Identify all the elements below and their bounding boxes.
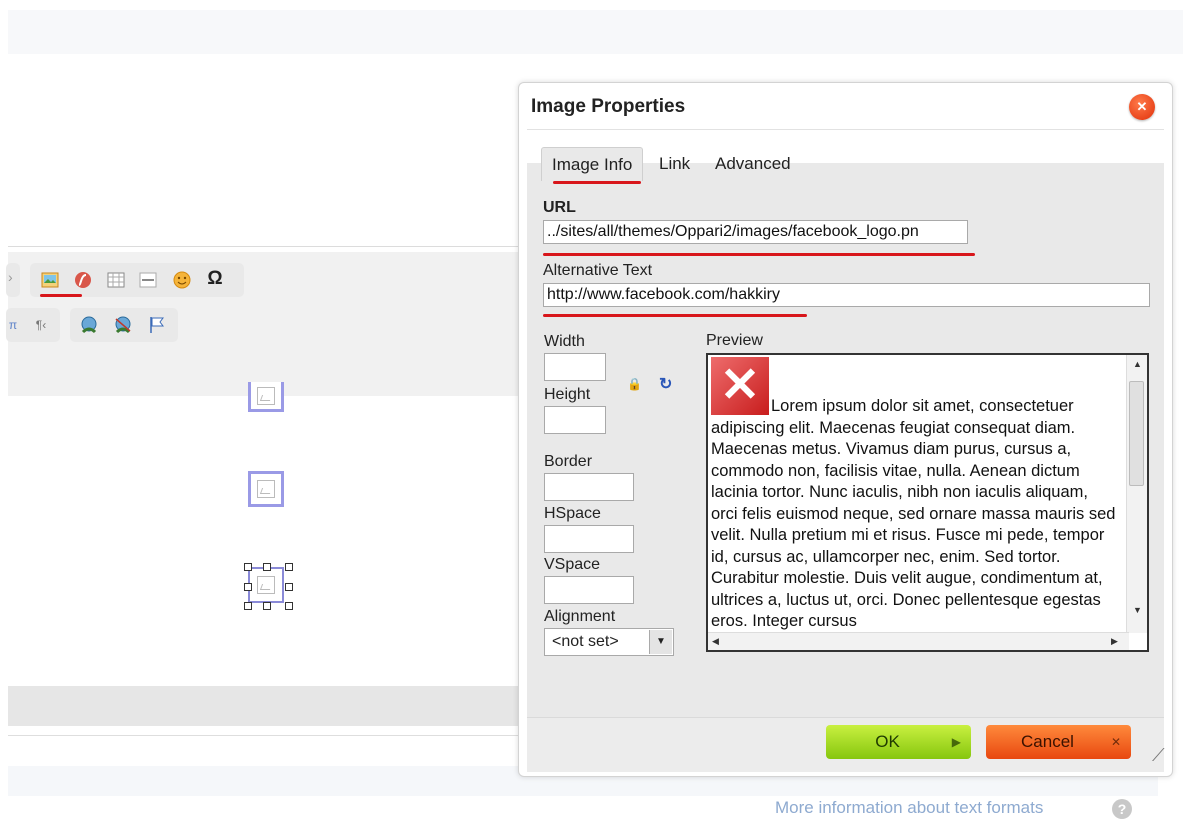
hspace-field[interactable] <box>544 525 634 553</box>
alignment-value: <not set> <box>552 633 619 650</box>
image-placeholder[interactable] <box>248 471 284 507</box>
lock-ratio-icon[interactable]: 🔒 <box>627 377 642 391</box>
tab-link[interactable]: Link <box>659 147 690 181</box>
reset-size-icon[interactable]: ↻ <box>659 374 672 394</box>
arrow-right-icon: ▶ <box>951 735 961 749</box>
resize-handle[interactable] <box>285 583 293 591</box>
rtl-icon[interactable]: ¶‹ <box>30 314 52 336</box>
resize-handle[interactable] <box>285 563 293 571</box>
resize-handle[interactable] <box>244 563 252 571</box>
placeholder-image-icon <box>257 480 275 498</box>
resize-handle[interactable] <box>263 563 271 571</box>
vspace-label: VSpace <box>544 556 601 573</box>
more-info-link[interactable]: More information about text formats <box>775 798 1043 818</box>
flash-icon[interactable] <box>72 269 94 291</box>
close-icon[interactable]: ✕ <box>1129 94 1155 120</box>
width-label: Width <box>544 333 585 350</box>
unlink-icon[interactable] <box>112 314 134 336</box>
preview-vertical-scrollbar[interactable]: ▲ ▼ <box>1126 355 1147 633</box>
editor-top-border <box>8 246 518 247</box>
resize-handle[interactable] <box>244 583 252 591</box>
table-icon[interactable] <box>105 269 127 291</box>
image-properties-dialog: Image Properties ✕ Image Info Link Advan… <box>518 82 1173 777</box>
page-top-band <box>8 10 1183 54</box>
title-separator <box>527 129 1164 130</box>
border-label: Border <box>544 453 593 470</box>
url-label: URL <box>543 199 576 216</box>
placeholder-image-icon <box>257 576 275 594</box>
preview-label: Preview <box>706 332 763 349</box>
anchor-flag-icon[interactable] <box>146 314 168 336</box>
width-field[interactable] <box>544 353 606 381</box>
scroll-right-icon[interactable]: ▶ <box>1111 636 1118 647</box>
editor-bottom-border <box>8 735 518 736</box>
cancel-label: Cancel <box>1021 732 1074 751</box>
help-icon[interactable]: ? <box>1112 799 1132 819</box>
link-icon[interactable] <box>78 314 100 336</box>
horizontal-line-icon[interactable] <box>137 269 159 291</box>
resize-handle[interactable] <box>285 602 293 610</box>
height-label: Height <box>544 386 591 403</box>
ok-button[interactable]: OK ▶ <box>826 725 971 759</box>
editor-status-bar <box>8 686 518 726</box>
dialog-title: Image Properties <box>531 96 686 117</box>
close-small-icon: ✕ <box>1110 735 1121 749</box>
resize-handle[interactable] <box>244 602 252 610</box>
tab-highlight <box>553 181 641 184</box>
alt-text-highlight <box>543 314 807 317</box>
toolbar-group-direction: π ¶‹ <box>6 308 60 342</box>
cancel-button[interactable]: Cancel ✕ <box>986 725 1131 759</box>
toolbar-group-partial: › <box>6 263 20 297</box>
border-field[interactable] <box>544 473 634 501</box>
scroll-left-icon[interactable]: ◀ <box>712 636 719 647</box>
image-button-highlight <box>40 294 82 297</box>
selected-image-placeholder[interactable] <box>248 567 284 603</box>
scroll-down-icon[interactable]: ▼ <box>1133 605 1142 615</box>
smiley-icon[interactable] <box>171 269 193 291</box>
broken-image-icon: ✕ <box>711 357 769 415</box>
toolbar-group-links <box>70 308 178 342</box>
image-placeholder[interactable] <box>248 382 284 412</box>
preview-text: Lorem ipsum dolor sit amet, consectetuer… <box>711 397 1116 630</box>
url-field[interactable]: ../sites/all/themes/Oppari2/images/faceb… <box>543 220 968 244</box>
chevron-down-icon[interactable]: ▼ <box>649 630 672 654</box>
alt-text-field[interactable]: http://www.facebook.com/hakkiry <box>543 283 1150 307</box>
alt-text-label: Alternative Text <box>543 262 653 279</box>
toolbar-group-insert: Ω <box>30 263 244 297</box>
placeholder-image-icon <box>257 386 275 405</box>
ltr-icon[interactable]: π <box>2 314 24 336</box>
scroll-thumb[interactable] <box>1129 381 1144 486</box>
resize-handle[interactable] <box>263 602 271 610</box>
height-field[interactable] <box>544 406 606 434</box>
preview-content: ✕ Lorem ipsum dolor sit amet, consectetu… <box>711 357 1117 633</box>
vspace-field[interactable] <box>544 576 634 604</box>
alignment-select[interactable]: <not set> ▼ <box>544 628 674 656</box>
image-icon[interactable] <box>39 269 61 291</box>
tab-image-info[interactable]: Image Info <box>541 147 644 181</box>
scroll-up-icon[interactable]: ▲ <box>1133 359 1142 369</box>
special-char-icon[interactable]: Ω <box>204 268 226 290</box>
url-highlight <box>543 253 975 256</box>
tab-advanced[interactable]: Advanced <box>715 147 791 181</box>
resize-grip-icon[interactable]: ⟋ <box>1152 745 1165 766</box>
editor-toolbar: › Ω π ¶‹ <box>6 252 518 396</box>
preview-horizontal-scrollbar[interactable]: ◀ ▶ <box>708 632 1129 650</box>
hspace-label: HSpace <box>544 505 601 522</box>
toolbar-partial-icon: › <box>8 269 13 285</box>
ok-label: OK <box>875 732 900 751</box>
preview-pane: ✕ Lorem ipsum dolor sit amet, consectetu… <box>706 353 1149 652</box>
alignment-label: Alignment <box>544 608 616 625</box>
